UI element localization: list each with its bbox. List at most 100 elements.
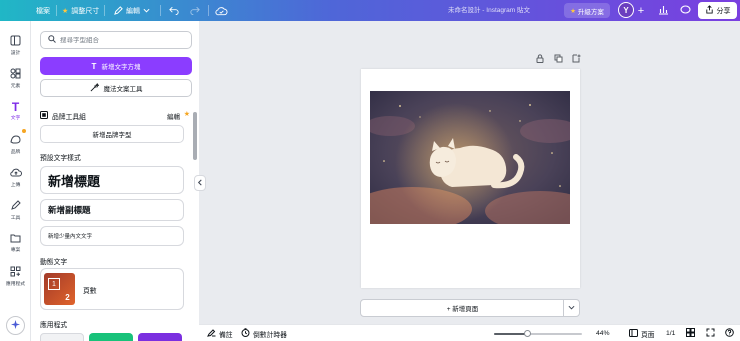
add-page-label[interactable]: + 新增頁面 — [361, 300, 564, 316]
add-textbox-label: 新增文字方塊 — [101, 64, 141, 71]
rail-item-apps[interactable]: 應用程式 — [0, 266, 31, 287]
save-status[interactable] — [215, 0, 228, 21]
upgrade-button[interactable]: ★ 升級方案 — [564, 3, 610, 18]
rail-item-text[interactable]: T 文字 — [0, 101, 31, 121]
cloud-check-icon — [215, 6, 228, 16]
comment-icon — [679, 5, 691, 17]
rail-label: 文字 — [10, 116, 21, 121]
pages-icon — [629, 328, 638, 339]
edit-mode-button[interactable]: 編輯 — [114, 0, 150, 21]
add-heading-button[interactable]: 新增標題 — [40, 166, 184, 194]
chevron-down-icon — [143, 7, 150, 14]
grid-icon — [686, 328, 695, 339]
help-button[interactable] — [725, 325, 734, 341]
app-tile[interactable] — [138, 333, 182, 341]
divider — [104, 5, 105, 16]
add-page-top-button[interactable] — [571, 54, 581, 64]
moon-cat-illustration[interactable] — [370, 91, 570, 224]
page-count-value: 1/1 — [666, 330, 676, 337]
add-body-text-button[interactable]: 新增少量內文文字 — [40, 226, 184, 246]
apps-title: 應用程式 — [40, 322, 68, 329]
rail-item-brand[interactable]: 品牌 — [0, 134, 31, 155]
document-title[interactable]: 未命名設計 - Instagram 貼文 — [448, 0, 530, 21]
redo-button[interactable] — [190, 0, 200, 21]
app-tile[interactable] — [40, 333, 84, 341]
timer-icon — [241, 328, 250, 339]
comments-button[interactable] — [678, 4, 692, 18]
rail-item-design[interactable]: 設計 — [0, 35, 31, 56]
collapse-panel-button[interactable] — [194, 175, 206, 191]
zoom-slider[interactable] — [494, 330, 582, 337]
brand-kit-icon — [40, 111, 48, 121]
file-menu[interactable]: 檔案 — [36, 0, 50, 21]
page-number-thumbnail: 1 2 — [44, 273, 75, 305]
rail-item-projects[interactable]: 專案 — [0, 233, 31, 253]
rail-item-tools[interactable]: 工具 — [0, 200, 31, 221]
lock-page-button[interactable] — [535, 53, 545, 64]
upload-icon — [9, 167, 22, 180]
font-search[interactable] — [40, 31, 192, 49]
app-tile[interactable] — [89, 333, 133, 341]
zoom-slider-knob[interactable] — [524, 330, 531, 337]
top-bar: 檔案 ★ 調整尺寸 編輯 未命名設計 - Instagram 貼文 ★ 升級方案 — [0, 0, 740, 21]
rail-label: 上傳 — [10, 183, 21, 188]
draw-icon — [10, 200, 21, 213]
premium-dot — [22, 129, 26, 133]
layout-icon — [10, 35, 21, 48]
pages-button[interactable]: 頁面 — [629, 325, 655, 341]
rail-item-elements[interactable]: 元素 — [0, 68, 31, 89]
panel-scrollbar[interactable] — [193, 112, 197, 160]
brand-kit-title: 品牌工具組 — [52, 114, 86, 121]
page-count[interactable]: 1/1 — [666, 325, 675, 341]
zoom-slider-fill — [494, 333, 527, 335]
add-textbox-button[interactable]: T 新增文字方塊 — [40, 57, 192, 75]
plus-icon: + — [637, 4, 645, 17]
undo-button[interactable] — [169, 0, 179, 21]
rail-item-uploads[interactable]: 上傳 — [0, 167, 31, 188]
notes-button[interactable]: 備註 — [207, 325, 233, 341]
add-subheading-button[interactable]: 新增副標題 — [40, 199, 184, 221]
divider — [56, 5, 57, 16]
zoom-level[interactable]: 44% — [596, 325, 610, 341]
rail-label: 專案 — [10, 248, 21, 253]
default-styles-title: 預設文字樣式 — [40, 155, 81, 162]
rail-label: 應用程式 — [5, 282, 26, 287]
page-number-label: 頁數 — [83, 288, 97, 295]
add-page-menu-button[interactable] — [563, 300, 579, 316]
timer-label: 倒數計時器 — [253, 331, 287, 339]
search-input[interactable] — [60, 36, 180, 44]
number-one-glyph: 1 — [48, 278, 60, 290]
text-panel: T 新增文字方塊 魔法文案工具 品牌工具組 編輯 ★ 新增品牌字型 預設文字樣式… — [31, 21, 199, 341]
magic-write-button[interactable]: 魔法文案工具 — [40, 79, 192, 97]
add-brand-font-button[interactable]: 新增品牌字型 — [40, 125, 184, 143]
share-button[interactable]: 分享 — [698, 2, 737, 19]
add-collaborator-button[interactable]: + — [634, 4, 648, 18]
crown-icon: ★ — [570, 7, 576, 15]
grid-view-button[interactable] — [686, 325, 695, 341]
magic-pen-icon — [90, 82, 100, 94]
resize-label: 調整尺寸 — [71, 7, 100, 15]
copy-icon — [554, 54, 563, 65]
magic-assistant-button[interactable] — [6, 316, 25, 335]
rail-label: 品牌 — [10, 150, 21, 155]
add-page-button[interactable]: + 新增頁面 — [360, 299, 580, 317]
avatar[interactable]: Y — [618, 2, 634, 18]
rail-label: 元素 — [10, 84, 21, 89]
number-two-glyph: 2 — [65, 292, 70, 302]
timer-button[interactable]: 倒數計時器 — [241, 325, 287, 341]
shapes-icon — [10, 68, 21, 81]
folder-icon — [10, 233, 21, 245]
fullscreen-button[interactable] — [706, 325, 715, 341]
brand-icon — [10, 134, 21, 147]
insights-button[interactable] — [656, 4, 670, 18]
notes-icon — [207, 328, 216, 339]
duplicate-page-button[interactable] — [553, 54, 563, 64]
bottom-bar: 備註 倒數計時器 44% 頁面 1/1 — [199, 324, 740, 341]
brand-edit-link[interactable]: 編輯 — [167, 111, 180, 121]
pages-label: 頁面 — [641, 331, 655, 339]
page-number-card[interactable]: 1 2 頁數 — [40, 268, 184, 310]
resize-button[interactable]: ★ 調整尺寸 — [62, 0, 99, 21]
redo-icon — [190, 6, 200, 15]
notes-label: 備註 — [219, 331, 233, 339]
design-page[interactable] — [361, 69, 580, 288]
